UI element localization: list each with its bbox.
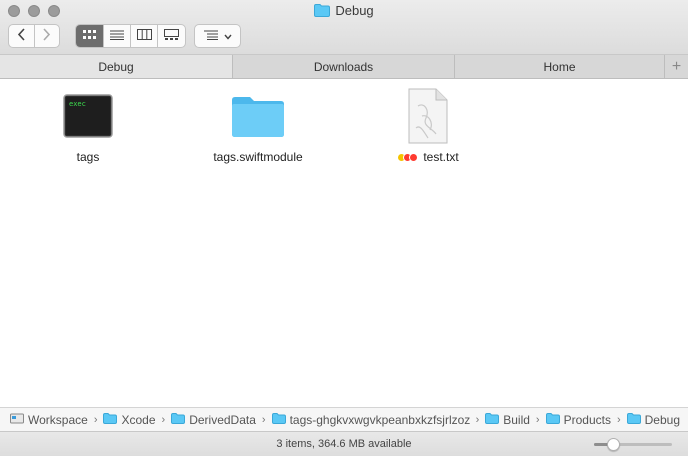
file-label: test.txt xyxy=(397,150,459,164)
chevron-right-icon: › xyxy=(161,413,166,426)
list-view-icon xyxy=(110,29,124,43)
new-tab-button[interactable]: + xyxy=(664,55,688,78)
chevron-right-icon: › xyxy=(616,413,621,426)
folder-icon xyxy=(626,412,641,427)
crumb-label: Products xyxy=(563,412,611,427)
path-crumb-build[interactable]: Build xyxy=(485,412,530,427)
path-crumb-xcode[interactable]: Xcode xyxy=(103,412,156,427)
slider-knob[interactable] xyxy=(607,438,620,451)
folder-icon xyxy=(271,412,286,427)
file-item[interactable]: test.txt xyxy=(348,88,508,165)
group-by-content xyxy=(195,25,240,47)
navigation-buttons xyxy=(8,24,60,48)
folder-icon xyxy=(171,412,186,427)
crumb-label: Debug xyxy=(644,412,680,427)
svg-text:exec: exec xyxy=(69,100,86,108)
icon-view-icon xyxy=(82,29,97,43)
crumb-label: Xcode xyxy=(121,412,156,427)
folder-icon xyxy=(485,412,500,427)
path-crumb-debug[interactable]: Debug xyxy=(626,412,680,427)
drive-icon xyxy=(10,413,24,427)
path-bar: Workspace › Xcode › DerivedData › tags-g… xyxy=(0,407,688,431)
tab-label: Downloads xyxy=(313,59,374,74)
path-crumb-deriveddata[interactable]: DerivedData xyxy=(171,412,256,427)
exec-icon: exec xyxy=(63,93,113,141)
file-name: test.txt xyxy=(423,150,459,164)
chevron-right-icon: › xyxy=(475,413,480,426)
status-text: 3 items, 364.6 MB available xyxy=(276,438,412,450)
path-crumb-tags-build[interactable]: tags-ghgkvxwgvkpeanbxkzfsjrlzoz xyxy=(271,412,470,427)
icon-view-button[interactable] xyxy=(76,25,104,47)
chevron-down-icon xyxy=(223,29,232,43)
crumb-label: DerivedData xyxy=(189,412,256,427)
gallery-view-icon xyxy=(164,29,179,43)
file-icon-wrap xyxy=(348,88,508,146)
red-tag-dot xyxy=(409,152,419,162)
window-title: Debug xyxy=(0,3,688,20)
tab-home[interactable]: Home xyxy=(455,55,664,78)
chevron-right-icon xyxy=(42,28,51,44)
folder-icon xyxy=(314,4,331,20)
view-mode-control xyxy=(75,24,186,48)
status-bar: 3 items, 364.6 MB available xyxy=(0,431,688,456)
chevron-right-icon: › xyxy=(535,413,540,426)
list-view-button[interactable] xyxy=(104,25,131,47)
column-view-icon xyxy=(136,29,152,43)
group-by-button[interactable] xyxy=(194,24,241,48)
file-item[interactable]: tags.swiftmodule xyxy=(178,88,338,164)
window-title-text: Debug xyxy=(335,3,374,18)
folder-icon xyxy=(103,412,118,427)
tab-debug[interactable]: Debug xyxy=(0,55,233,78)
folder-icon xyxy=(230,94,286,141)
forward-button[interactable] xyxy=(35,25,60,47)
tab-label: Home xyxy=(543,59,576,74)
path-crumb-workspace[interactable]: Workspace xyxy=(10,413,88,427)
file-item[interactable]: exec tags xyxy=(8,88,168,164)
file-name: tags.swiftmodule xyxy=(213,150,303,164)
chevron-left-icon xyxy=(17,28,26,44)
chevron-right-icon: › xyxy=(261,413,266,426)
title-bar: Debug xyxy=(0,0,688,55)
gallery-view-button[interactable] xyxy=(158,25,185,47)
back-button[interactable] xyxy=(9,25,35,47)
icon-size-slider[interactable] xyxy=(594,438,672,451)
crumb-label: Build xyxy=(503,412,530,427)
tab-downloads[interactable]: Downloads xyxy=(233,55,455,78)
path-crumb-products[interactable]: Products xyxy=(545,412,611,427)
file-icon-wrap xyxy=(178,88,338,146)
chevron-right-icon: › xyxy=(93,413,98,426)
column-view-button[interactable] xyxy=(131,25,158,47)
crumb-label: Workspace xyxy=(28,412,88,427)
text-document-icon xyxy=(406,88,450,147)
file-browser: exec tags tags.swiftmodule test.txt xyxy=(0,80,688,406)
file-icon-wrap: exec xyxy=(8,88,168,146)
plus-icon: + xyxy=(671,57,682,75)
group-by-icon xyxy=(203,29,218,43)
crumb-label: tags-ghgkvxwgvkpeanbxkzfsjrlzoz xyxy=(289,412,470,427)
tag-dots xyxy=(397,152,419,162)
tab-bar: Debug Downloads Home + xyxy=(0,55,688,79)
tab-label: Debug xyxy=(98,59,134,74)
folder-icon xyxy=(545,412,560,427)
file-name: tags xyxy=(76,150,100,164)
